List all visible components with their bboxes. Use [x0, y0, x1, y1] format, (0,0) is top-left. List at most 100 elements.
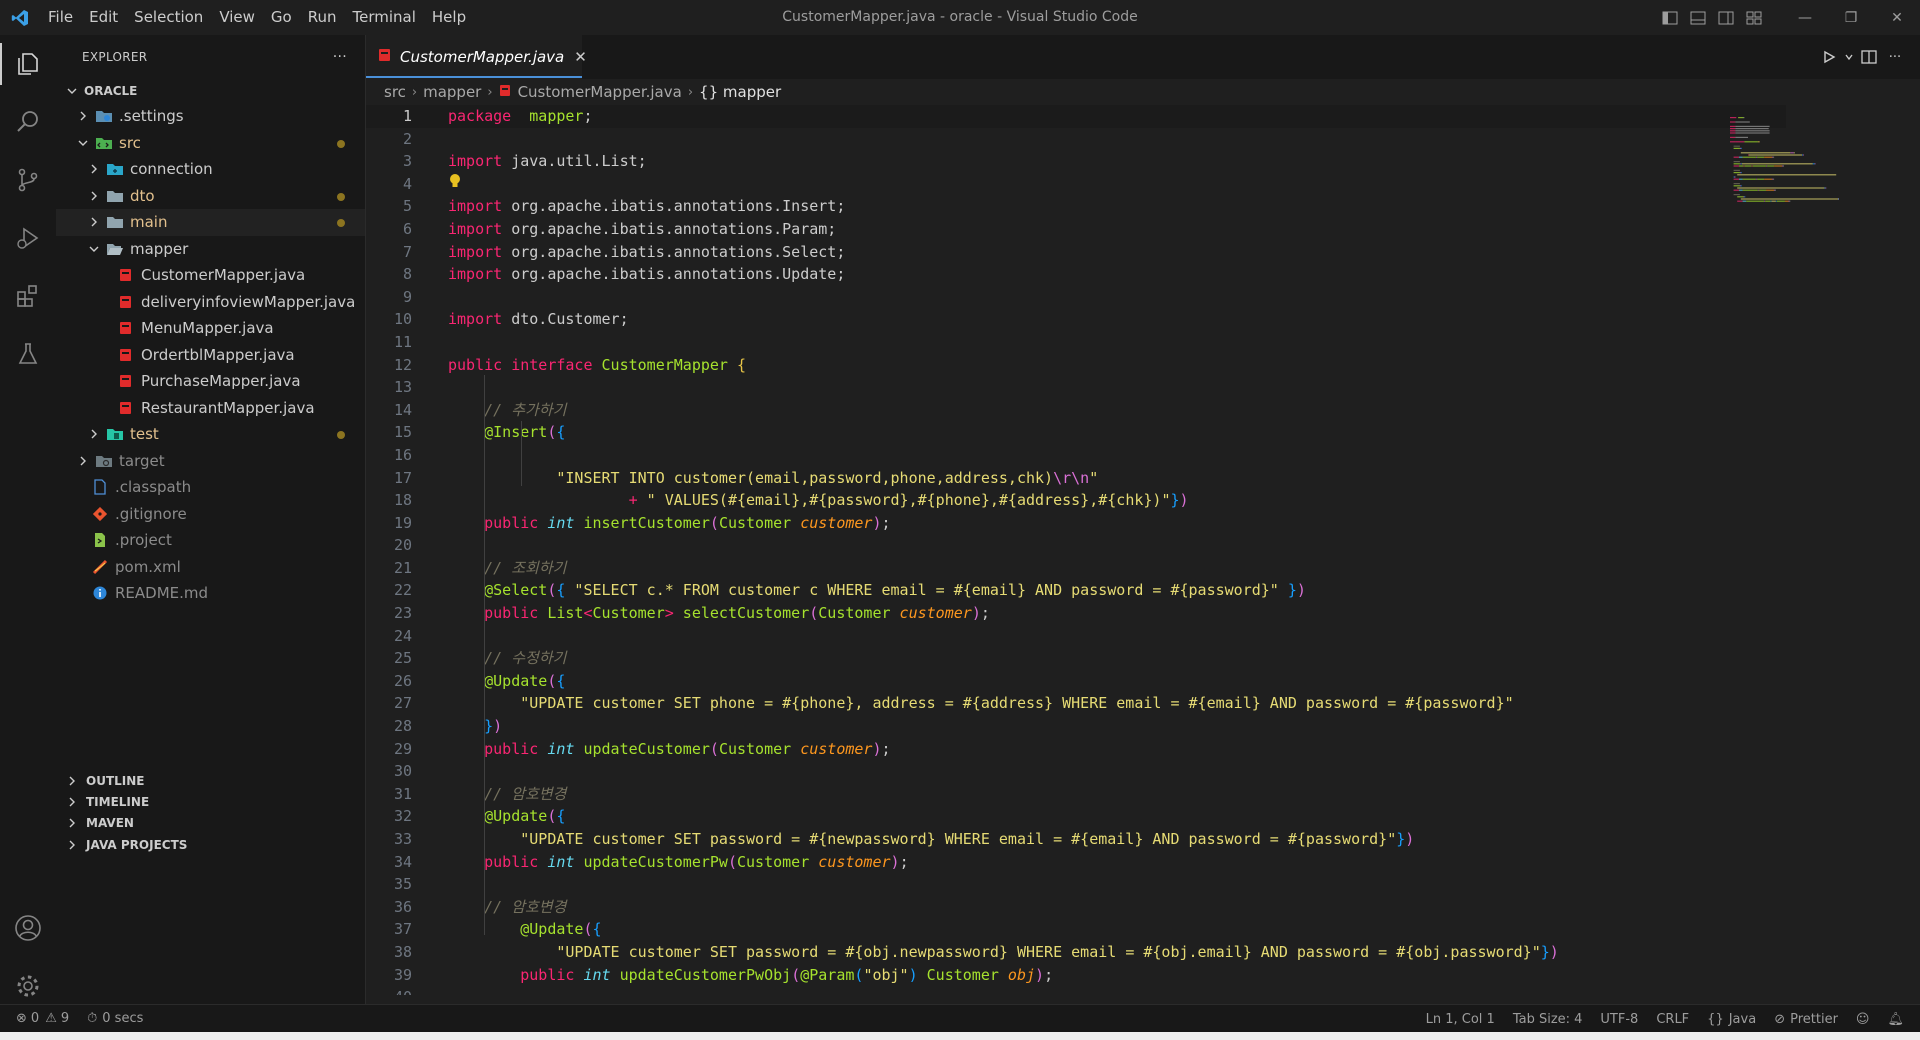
code-line[interactable]: 15 @Insert({: [366, 421, 1786, 444]
encoding[interactable]: UTF-8: [1600, 1012, 1638, 1027]
accounts-icon[interactable]: [0, 899, 56, 957]
tab-close-icon[interactable]: ✕: [574, 48, 587, 66]
file-item-ordertblmapper-java[interactable]: OrdertblMapper.java: [56, 342, 365, 369]
code-line[interactable]: 16: [366, 444, 1786, 467]
code-line[interactable]: 4: [366, 173, 1786, 196]
code-line[interactable]: 6 import org.apache.ibatis.annotations.Pa…: [366, 218, 1786, 241]
code-line[interactable]: 25 // 수정하기: [366, 647, 1786, 670]
folder-item-dto[interactable]: dto: [56, 183, 365, 210]
breadcrumb-symbol[interactable]: {} mapper: [699, 83, 781, 101]
run-dropdown-chevron-icon[interactable]: [1842, 44, 1856, 70]
file-item-classpath[interactable]: .classpath: [56, 474, 365, 501]
code-line[interactable]: 28 }): [366, 715, 1786, 738]
explorer-icon[interactable]: [0, 35, 56, 93]
folder-item-src[interactable]: src: [56, 130, 365, 157]
menu-view[interactable]: View: [211, 0, 263, 35]
file-item-customermapper-java[interactable]: CustomerMapper.java: [56, 262, 365, 289]
code-line[interactable]: 31 // 암호변경: [366, 783, 1786, 806]
code-line[interactable]: 7 import org.apache.ibatis.annotations.Se…: [366, 241, 1786, 264]
file-item-readme-md[interactable]: README.md: [56, 580, 365, 607]
menu-go[interactable]: Go: [263, 0, 300, 35]
folder-item-main[interactable]: main: [56, 209, 365, 236]
panel-java-projects[interactable]: JAVA PROJECTS: [56, 832, 366, 858]
folder-item-connection[interactable]: connection: [56, 156, 365, 183]
source-control-icon[interactable]: [0, 151, 56, 209]
split-editor-icon[interactable]: [1856, 44, 1882, 70]
folder-item-target[interactable]: target: [56, 448, 365, 475]
code-line[interactable]: 38 "UPDATE customer SET password = #{obj…: [366, 941, 1786, 964]
code-line[interactable]: 8 import org.apache.ibatis.annotations.Up…: [366, 263, 1786, 286]
workspace-root[interactable]: ORACLE: [56, 79, 365, 103]
tab-customermapper[interactable]: CustomerMapper.java ✕: [366, 35, 587, 79]
code-line[interactable]: 30: [366, 760, 1786, 783]
code-line[interactable]: 34 public int updateCustomerPw(Customer …: [366, 851, 1786, 874]
code-line[interactable]: 18 + " VALUES(#{email},#{password},#{pho…: [366, 489, 1786, 512]
search-icon[interactable]: [0, 93, 56, 151]
code-line[interactable]: 9: [366, 286, 1786, 309]
prettier-status[interactable]: ⊘ Prettier: [1774, 1012, 1838, 1027]
code-line[interactable]: 22 @Select({ "SELECT c.* FROM customer c…: [366, 579, 1786, 602]
code-line[interactable]: 23 public List<Customer> selectCustomer(…: [366, 602, 1786, 625]
menu-selection[interactable]: Selection: [126, 0, 211, 35]
code-editor[interactable]: 1 package mapper; 2 3 import java.util.List;…: [366, 105, 1786, 995]
folder-item-test[interactable]: test: [56, 421, 365, 448]
feedback-icon[interactable]: ☺: [1856, 1012, 1870, 1027]
code-line[interactable]: 1 package mapper;: [366, 105, 1786, 128]
breadcrumb-file[interactable]: CustomerMapper.java: [518, 83, 682, 101]
file-item-restaurantmapper-java[interactable]: RestaurantMapper.java: [56, 395, 365, 422]
close-window-button[interactable]: ✕: [1874, 0, 1920, 35]
code-line[interactable]: 3 import java.util.List;: [366, 150, 1786, 173]
more-actions-icon[interactable]: ···: [333, 49, 347, 65]
code-line[interactable]: 37 @Update({: [366, 918, 1786, 941]
file-item-menumapper-java[interactable]: MenuMapper.java: [56, 315, 365, 342]
minimize-button[interactable]: —: [1782, 0, 1828, 35]
folder-item-mapper[interactable]: mapper: [56, 236, 365, 263]
notifications-bell-icon[interactable]: 🔔︎: [1887, 1012, 1904, 1027]
menu-terminal[interactable]: Terminal: [345, 0, 424, 35]
breadcrumb-src[interactable]: src: [384, 83, 406, 101]
code-line[interactable]: 26 @Update({: [366, 670, 1786, 693]
menu-edit[interactable]: Edit: [81, 0, 126, 35]
code-line[interactable]: 12 public interface CustomerMapper {: [366, 354, 1786, 377]
code-line[interactable]: 17 "INSERT INTO customer(email,password,…: [366, 467, 1786, 490]
menu-file[interactable]: File: [40, 0, 81, 35]
code-line[interactable]: 35: [366, 873, 1786, 896]
code-line[interactable]: 40: [366, 986, 1786, 995]
toggle-secondary-sidebar-icon[interactable]: [1712, 0, 1740, 35]
file-item-deliveryinfoviewmapper-java[interactable]: deliveryinfoviewMapper.java: [56, 289, 365, 316]
code-line[interactable]: 5 import org.apache.ibatis.annotations.In…: [366, 195, 1786, 218]
restore-button[interactable]: ❐: [1828, 0, 1874, 35]
run-file-icon[interactable]: [1816, 44, 1842, 70]
code-line[interactable]: 32 @Update({: [366, 805, 1786, 828]
code-line[interactable]: 39 public int updateCustomerPwObj(@Param…: [366, 964, 1786, 987]
file-item-pom-xml[interactable]: pom.xml: [56, 554, 365, 581]
timer-indicator[interactable]: ⏱ 0 secs: [87, 1011, 143, 1026]
lightbulb-icon[interactable]: [448, 173, 462, 193]
code-line[interactable]: 21 // 조회하기: [366, 557, 1786, 580]
file-item-project[interactable]: .project: [56, 527, 365, 554]
code-line[interactable]: 20: [366, 534, 1786, 557]
code-line[interactable]: 29 public int updateCustomer(Customer cu…: [366, 738, 1786, 761]
editor-more-icon[interactable]: ···: [1882, 44, 1908, 70]
code-line[interactable]: 33 "UPDATE customer SET password = #{new…: [366, 828, 1786, 851]
file-item-gitignore[interactable]: .gitignore: [56, 501, 365, 528]
code-line[interactable]: 27 "UPDATE customer SET phone = #{phone}…: [366, 692, 1786, 715]
run-debug-icon[interactable]: [0, 209, 56, 267]
toggle-primary-sidebar-icon[interactable]: [1656, 0, 1684, 35]
minimap[interactable]: [1730, 117, 1840, 207]
folder-item-settings[interactable]: .settings: [56, 103, 365, 130]
language-mode[interactable]: {} Java: [1707, 1012, 1756, 1027]
breadcrumb-mapper[interactable]: mapper: [423, 83, 481, 101]
menu-help[interactable]: Help: [424, 0, 474, 35]
extensions-icon[interactable]: [0, 267, 56, 325]
code-line[interactable]: 24: [366, 625, 1786, 648]
cursor-position[interactable]: Ln 1, Col 1: [1426, 1012, 1495, 1027]
code-line[interactable]: 14 // 추가하기: [366, 399, 1786, 422]
code-line[interactable]: 13: [366, 376, 1786, 399]
code-line[interactable]: 11: [366, 331, 1786, 354]
code-line[interactable]: 19 public int insertCustomer(Customer cu…: [366, 512, 1786, 535]
tab-size[interactable]: Tab Size: 4: [1513, 1012, 1583, 1027]
problems-indicator[interactable]: ⊗ 0 ⚠ 9: [16, 1011, 69, 1026]
toggle-panel-icon[interactable]: [1684, 0, 1712, 35]
code-line[interactable]: 36 // 암호변경: [366, 896, 1786, 919]
